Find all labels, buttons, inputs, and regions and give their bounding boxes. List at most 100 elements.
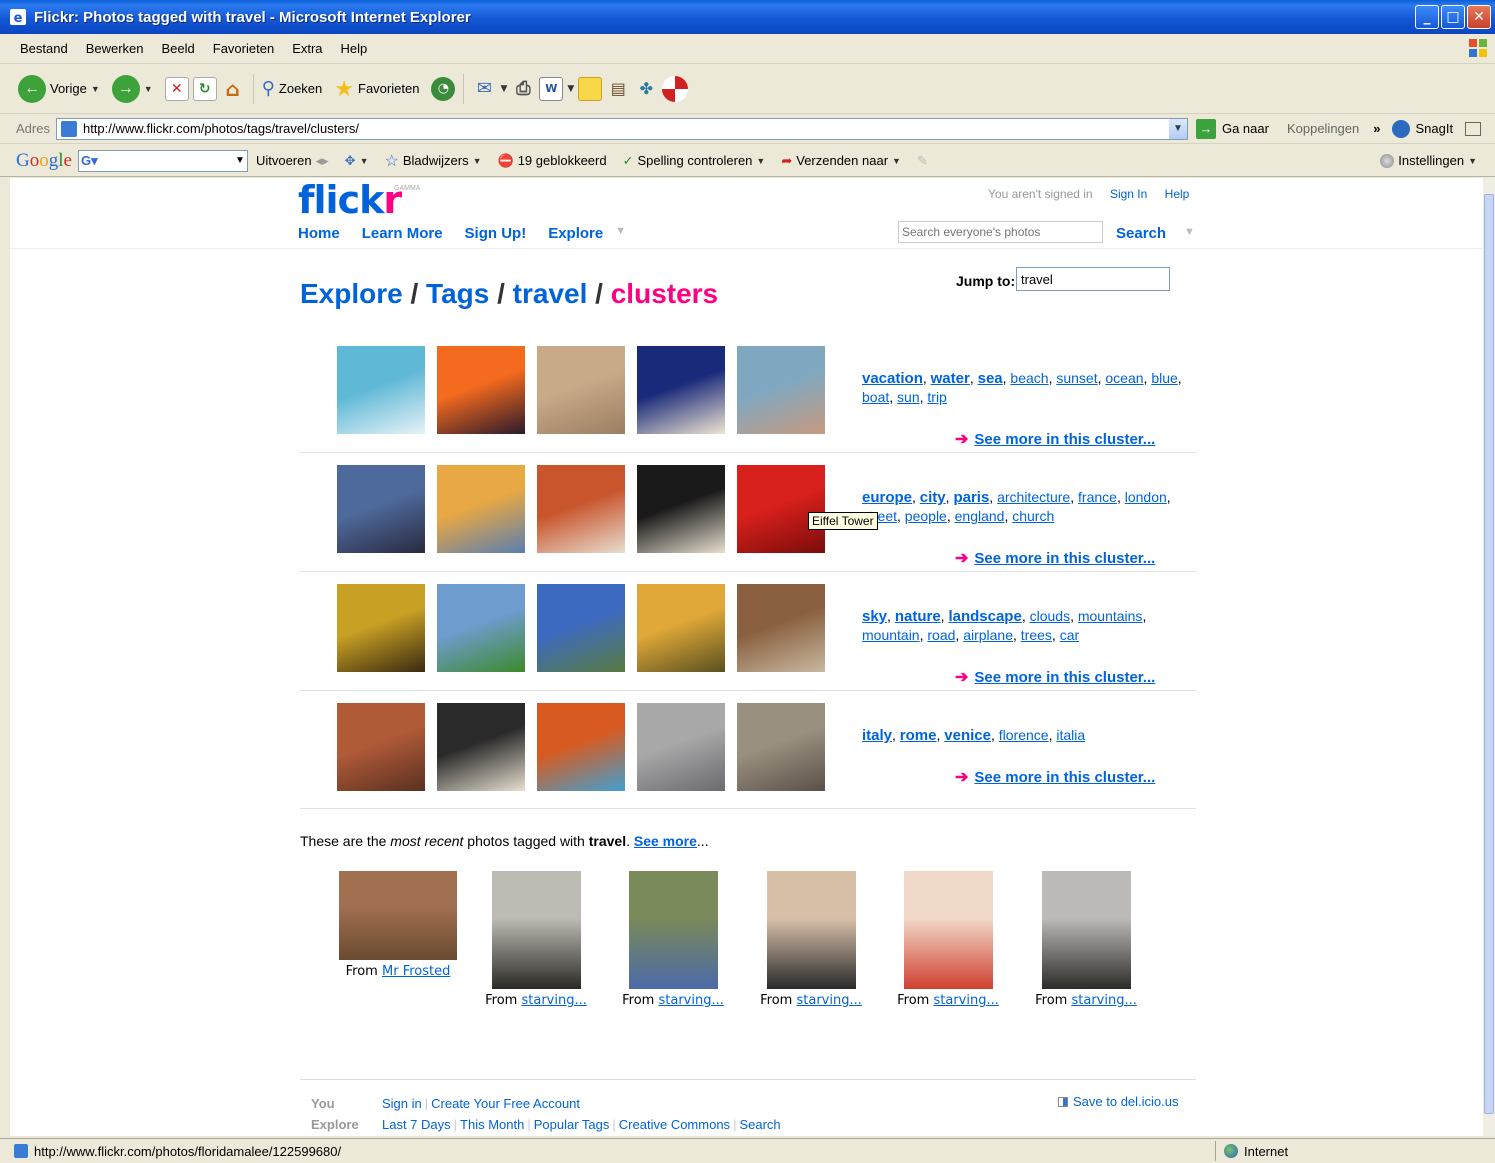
- recent-user-link[interactable]: starving...: [658, 993, 723, 1008]
- tag-link[interactable]: blue: [1151, 370, 1177, 386]
- recent-thumbnail[interactable]: [766, 871, 856, 989]
- see-more-cluster-link[interactable]: See more in this cluster...: [974, 550, 1155, 567]
- cluster-thumbnail[interactable]: [537, 465, 625, 553]
- search-button[interactable]: Search: [1116, 225, 1166, 242]
- favorites-button[interactable]: ★ Favorieten: [334, 76, 419, 102]
- see-more-cluster[interactable]: ➔ See more in this cluster...: [955, 429, 1155, 449]
- search-button[interactable]: ⚲ Zoeken: [262, 78, 323, 99]
- chevron-down-icon[interactable]: ▼: [1184, 226, 1195, 238]
- home-icon[interactable]: ⌂: [221, 77, 245, 101]
- cluster-thumbnail[interactable]: [437, 346, 525, 434]
- tag-link[interactable]: landscape: [948, 608, 1021, 625]
- cluster-thumbnail[interactable]: [337, 703, 425, 791]
- flickr-logo[interactable]: flickr: [298, 178, 402, 222]
- cluster-thumbnail[interactable]: [337, 584, 425, 672]
- refresh-icon[interactable]: ↻: [192, 76, 217, 101]
- nav-explore[interactable]: Explore: [548, 225, 603, 242]
- menu-beeld[interactable]: Beeld: [162, 41, 195, 56]
- cluster-thumbnail[interactable]: [637, 465, 725, 553]
- crumb-explore[interactable]: Explore: [300, 278, 403, 309]
- recent-user-link[interactable]: Mr Frosted: [382, 964, 450, 979]
- recent-thumbnail[interactable]: [1041, 871, 1131, 989]
- search-input[interactable]: [898, 221, 1103, 243]
- tag-link[interactable]: sky: [862, 608, 887, 625]
- tag-link[interactable]: mountains: [1078, 608, 1143, 624]
- cluster-thumbnail[interactable]: [737, 584, 825, 672]
- cluster-thumbnail[interactable]: [737, 703, 825, 791]
- see-more-cluster[interactable]: ➔ See more in this cluster...: [955, 548, 1155, 568]
- history-icon[interactable]: ◔: [431, 76, 456, 101]
- tag-link[interactable]: europe: [862, 489, 912, 506]
- highlighter-icon[interactable]: ✎: [917, 153, 928, 169]
- back-button[interactable]: ← Vorige ▼: [18, 74, 100, 103]
- menu-help[interactable]: Help: [341, 41, 368, 56]
- tag-link[interactable]: sunset: [1056, 370, 1097, 386]
- delicious-link[interactable]: Save to del.icio.us: [1058, 1094, 1179, 1109]
- tag-link[interactable]: ocean: [1105, 370, 1143, 386]
- sign-in-link[interactable]: Sign In: [1110, 187, 1147, 201]
- tag-link[interactable]: trees: [1021, 627, 1052, 643]
- tag-link[interactable]: clouds: [1030, 608, 1070, 624]
- recent-see-more-link[interactable]: See more: [634, 833, 697, 849]
- scrollbar-thumb[interactable]: [1484, 194, 1494, 1114]
- tag-link[interactable]: trip: [927, 389, 946, 405]
- tag-link[interactable]: people: [905, 508, 947, 524]
- tag-link[interactable]: italia: [1056, 727, 1085, 743]
- stop-icon[interactable]: ✕: [164, 76, 189, 101]
- snagit-button[interactable]: SnagIt: [1415, 121, 1453, 136]
- cluster-thumbnail[interactable]: [537, 584, 625, 672]
- cluster-thumbnail[interactable]: [337, 465, 425, 553]
- tag-link[interactable]: rome: [900, 727, 937, 744]
- crumb-tags[interactable]: Tags: [426, 278, 489, 309]
- forward-button[interactable]: → ▼: [111, 74, 153, 103]
- links-button[interactable]: Koppelingen: [1287, 121, 1359, 136]
- double-chevron-icon[interactable]: »: [1373, 121, 1380, 136]
- spellcheck-button[interactable]: ✓ Spelling controleren ▼: [623, 153, 766, 169]
- see-more-cluster[interactable]: ➔ See more in this cluster...: [955, 667, 1155, 687]
- tag-link[interactable]: france: [1078, 489, 1117, 505]
- menu-bewerken[interactable]: Bewerken: [86, 41, 144, 56]
- chevron-down-icon[interactable]: ▼: [144, 84, 153, 94]
- recent-user-link[interactable]: starving...: [933, 993, 998, 1008]
- see-more-cluster-link[interactable]: See more in this cluster...: [974, 669, 1155, 686]
- tag-link[interactable]: airplane: [963, 627, 1013, 643]
- run-button[interactable]: Uitvoeren ◂▸: [256, 153, 329, 169]
- go-arrow-icon[interactable]: →: [1195, 118, 1216, 139]
- tag-link[interactable]: venice: [944, 727, 991, 744]
- cluster-thumbnail[interactable]: [637, 703, 725, 791]
- crumb-travel[interactable]: travel: [513, 278, 588, 309]
- cluster-thumbnail[interactable]: [737, 346, 825, 434]
- chevron-down-icon[interactable]: ▼: [235, 155, 245, 166]
- puzzle-icon[interactable]: ✥ ▼: [345, 153, 369, 169]
- tag-link[interactable]: city: [920, 489, 946, 506]
- tag-link[interactable]: sea: [978, 370, 1003, 387]
- tag-link[interactable]: nature: [895, 608, 941, 625]
- tag-link[interactable]: paris: [953, 489, 989, 506]
- help-link[interactable]: Help: [1165, 187, 1190, 201]
- nav-sign-up[interactable]: Sign Up!: [465, 225, 527, 242]
- footer-this-month-link[interactable]: This Month: [460, 1117, 524, 1132]
- recent-user-link[interactable]: starving...: [521, 993, 586, 1008]
- tag-link[interactable]: boat: [862, 389, 889, 405]
- chevron-down-icon[interactable]: ▼: [615, 225, 626, 242]
- send-to-button[interactable]: ➦ Verzenden naar ▼: [781, 153, 901, 169]
- tag-link[interactable]: beach: [1010, 370, 1048, 386]
- bookmarks-button[interactable]: ☆ Bladwijzers ▼: [384, 151, 481, 171]
- recent-user-link[interactable]: starving...: [796, 993, 861, 1008]
- footer-last-7-days-link[interactable]: Last 7 Days: [382, 1117, 451, 1132]
- footer-creative-commons-link[interactable]: Creative Commons: [619, 1117, 730, 1132]
- snagit-capture-icon[interactable]: [1465, 121, 1482, 136]
- tag-link[interactable]: road: [927, 627, 955, 643]
- vertical-scrollbar[interactable]: [1483, 178, 1495, 1136]
- tag-link[interactable]: florence: [999, 727, 1049, 743]
- cluster-thumbnail[interactable]: [737, 465, 825, 553]
- tag-link[interactable]: mountain: [862, 627, 920, 643]
- print-icon[interactable]: ⎙: [511, 77, 535, 101]
- tag-link[interactable]: vacation: [862, 370, 923, 387]
- footer-create-account-link[interactable]: Create Your Free Account: [431, 1096, 580, 1111]
- mail-icon[interactable]: ✉: [472, 77, 496, 101]
- jump-to-input[interactable]: [1016, 267, 1170, 291]
- word-icon[interactable]: W: [539, 76, 564, 101]
- cluster-thumbnail[interactable]: [437, 465, 525, 553]
- footer-popular-tags-link[interactable]: Popular Tags: [534, 1117, 610, 1132]
